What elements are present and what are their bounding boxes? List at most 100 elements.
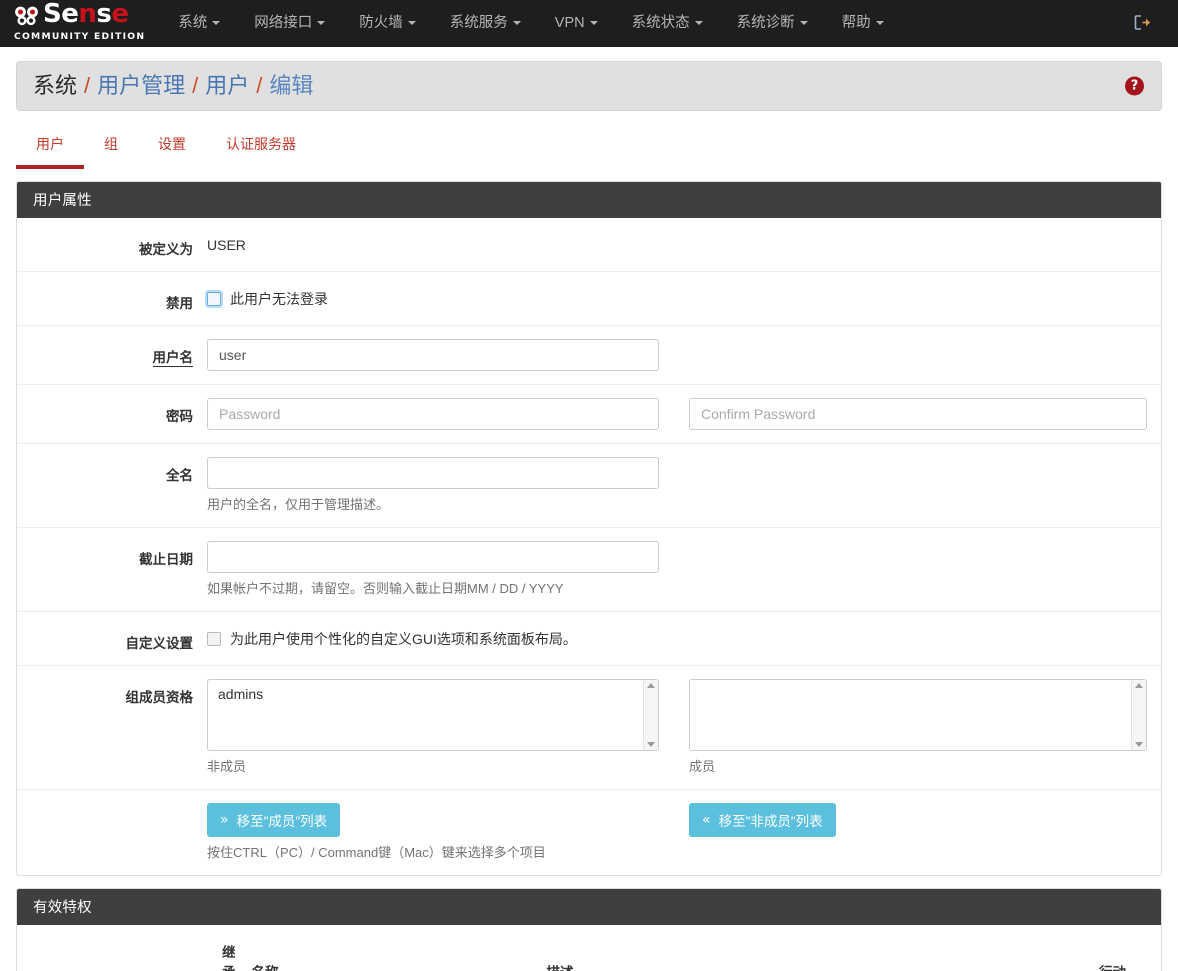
not-member-listbox-scrollbar[interactable] xyxy=(643,680,658,750)
chevron-down-icon xyxy=(800,21,808,25)
member-listbox-items xyxy=(690,680,1131,750)
tab-settings[interactable]: 设置 xyxy=(138,125,206,169)
password-input[interactable] xyxy=(207,398,659,430)
scroll-down-icon[interactable] xyxy=(647,742,655,747)
breadcrumb-container: 系统 / 用户管理 / 用户 / 编辑 ? xyxy=(0,47,1178,111)
move-to-nonmember-button[interactable]: « 移至"非成员"列表 xyxy=(689,803,836,837)
chevron-down-icon xyxy=(317,21,325,25)
form-row-group-membership: 组成员资格 admins 非成员 xyxy=(17,666,1161,790)
control-group-transfer: » 移至"成员"列表 按住CTRL（PC）/ Command键（Mac）键来选择… xyxy=(207,803,1162,862)
control-custom-settings: 为此用户使用个性化的自定义GUI选项和系统面板布局。 xyxy=(207,625,1161,649)
nav-item-services[interactable]: 系统服务 xyxy=(433,0,538,47)
confirm-password-input[interactable] xyxy=(689,398,1147,430)
label-expiration-date: 截止日期 xyxy=(17,541,207,568)
defined-by-value: USER xyxy=(207,231,246,253)
nav-label: 系统诊断 xyxy=(737,15,795,31)
effective-privileges-panel-body: 继承自 名称 描述 行动 User - Services: Captive Po… xyxy=(17,931,1161,971)
chevron-down-icon xyxy=(590,21,598,25)
chevron-double-left-icon: « xyxy=(702,813,711,827)
label-disabled: 禁用 xyxy=(17,285,207,312)
column-header-description: 描述 xyxy=(539,931,1092,971)
nav-label: 防火墙 xyxy=(359,15,403,31)
label-username-text: 用户名 xyxy=(153,350,194,367)
nav-item-help[interactable]: 帮助 xyxy=(825,0,901,47)
nav-item-interfaces[interactable]: 网络接口 xyxy=(237,0,342,47)
nav-label: 系统 xyxy=(178,15,207,31)
form-row-disabled: 禁用 此用户无法登录 xyxy=(17,272,1161,326)
move-to-member-col: » 移至"成员"列表 按住CTRL（PC）/ Command键（Mac）键来选择… xyxy=(207,803,659,862)
column-header-inherited: 继承自 xyxy=(17,931,244,971)
brand-logo-link[interactable]: pfSense COMMUNITY EDITION xyxy=(0,0,161,47)
member-col: 成员 xyxy=(689,679,1147,776)
form-row-full-name: 全名 用户的全名，仅用于管理描述。 xyxy=(17,444,1161,528)
chevron-down-icon xyxy=(695,21,703,25)
username-input[interactable] xyxy=(207,339,659,371)
control-full-name: 用户的全名，仅用于管理描述。 xyxy=(207,457,1161,514)
label-group-membership: 组成员资格 xyxy=(17,679,207,706)
label-username: 用户名 xyxy=(17,339,207,366)
logout-button[interactable] xyxy=(1129,9,1156,39)
sign-out-icon xyxy=(1133,13,1152,35)
member-listbox[interactable] xyxy=(689,679,1147,751)
breadcrumb-item-user-manager[interactable]: 用户管理 xyxy=(97,73,185,99)
breadcrumb-text: 系统 / 用户管理 / 用户 / 编辑 xyxy=(33,73,313,99)
chevron-down-icon xyxy=(513,21,521,25)
breadcrumb-separator: / xyxy=(192,73,198,99)
tab-authentication-servers[interactable]: 认证服务器 xyxy=(206,125,316,169)
scroll-up-icon[interactable] xyxy=(647,683,655,688)
column-header-name: 名称 xyxy=(244,931,539,971)
full-name-col: 用户的全名，仅用于管理描述。 xyxy=(207,457,659,514)
control-username xyxy=(207,339,1161,371)
navbar-right xyxy=(1129,9,1164,39)
breadcrumb: 系统 / 用户管理 / 用户 / 编辑 ? xyxy=(16,61,1162,111)
move-to-member-label: 移至"成员"列表 xyxy=(237,810,328,830)
disabled-checkbox[interactable] xyxy=(207,292,221,306)
nav-item-diagnostics[interactable]: 系统诊断 xyxy=(720,0,825,47)
scroll-up-icon[interactable] xyxy=(1135,683,1143,688)
not-member-listbox[interactable]: admins xyxy=(207,679,659,751)
form-row-custom-settings: 自定义设置 为此用户使用个性化的自定义GUI选项和系统面板布局。 xyxy=(17,612,1161,666)
top-navbar: pfSense COMMUNITY EDITION 系统 网络接口 防火墙 系统… xyxy=(0,0,1178,47)
label-defined-by: 被定义为 xyxy=(17,231,207,258)
form-row-username: 用户名 xyxy=(17,326,1161,385)
chevron-down-icon xyxy=(408,21,416,25)
expiration-date-help: 如果帐户不过期，请留空。否则输入截止日期MM / DD / YYYY xyxy=(207,580,659,598)
chevron-down-icon xyxy=(212,21,220,25)
label-password: 密码 xyxy=(17,398,207,425)
expiration-date-input[interactable] xyxy=(207,541,659,573)
tab-users[interactable]: 用户 xyxy=(16,125,84,169)
pfsense-mark-icon xyxy=(14,6,40,29)
tab-groups[interactable]: 组 xyxy=(84,125,138,169)
nav-item-status[interactable]: 系统状态 xyxy=(615,0,720,47)
help-icon[interactable]: ? xyxy=(1125,77,1144,96)
nav-label: VPN xyxy=(555,15,585,31)
nav-item-system[interactable]: 系统 xyxy=(161,0,237,47)
breadcrumb-item-edit: 编辑 xyxy=(269,73,313,99)
chevron-double-right-icon: » xyxy=(220,813,229,827)
nav-item-firewall[interactable]: 防火墙 xyxy=(342,0,433,47)
member-listbox-scrollbar[interactable] xyxy=(1131,680,1146,750)
breadcrumb-root: 系统 xyxy=(33,73,77,99)
nav-label: 帮助 xyxy=(842,15,871,31)
full-name-input[interactable] xyxy=(207,457,659,489)
breadcrumb-separator: / xyxy=(84,73,90,99)
disabled-checkbox-label[interactable]: 此用户无法登录 xyxy=(230,289,328,309)
breadcrumb-item-users[interactable]: 用户 xyxy=(205,73,249,99)
move-to-nonmember-label: 移至"非成员"列表 xyxy=(719,810,823,830)
nav-item-vpn[interactable]: VPN xyxy=(538,0,615,47)
custom-settings-checkbox-label[interactable]: 为此用户使用个性化的自定义GUI选项和系统面板布局。 xyxy=(230,629,577,649)
custom-settings-checkbox[interactable] xyxy=(207,632,221,646)
move-to-nonmember-col: « 移至"非成员"列表 xyxy=(689,803,1147,862)
effective-privileges-panel: 有效特权 继承自 名称 描述 行动 User - Services: Capti… xyxy=(16,888,1162,971)
brand-wordmark: pfSense xyxy=(43,1,129,35)
control-defined-by: USER xyxy=(207,231,1161,253)
label-full-name: 全名 xyxy=(17,457,207,484)
scroll-down-icon[interactable] xyxy=(1135,742,1143,747)
list-item[interactable]: admins xyxy=(208,684,643,704)
privileges-table: 继承自 名称 描述 行动 User - Services: Captive Po… xyxy=(17,931,1161,971)
disabled-checkbox-group: 此用户无法登录 xyxy=(207,285,328,309)
form-row-expiration-date: 截止日期 如果帐户不过期，请留空。否则输入截止日期MM / DD / YYYY xyxy=(17,528,1161,612)
not-member-caption: 非成员 xyxy=(207,758,659,776)
move-to-member-button[interactable]: » 移至"成员"列表 xyxy=(207,803,340,837)
brand-subtitle: COMMUNITY EDITION xyxy=(14,32,145,42)
